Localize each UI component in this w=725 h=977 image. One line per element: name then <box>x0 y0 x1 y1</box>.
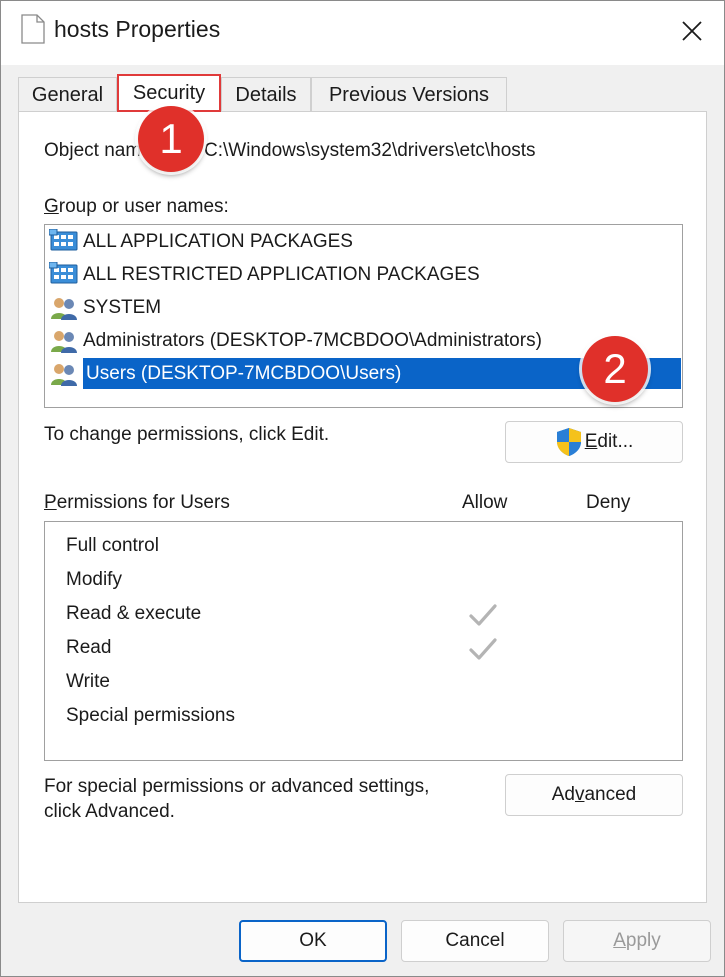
tab-general-label: General <box>31 83 104 106</box>
tab-previous-versions[interactable]: Previous Versions <box>311 77 507 112</box>
security-panel: Object name: C:\Windows\system32\drivers… <box>18 111 707 903</box>
tab-details[interactable]: Details <box>221 77 311 112</box>
advanced-hint-line1: For special permissions or advanced sett… <box>44 776 430 797</box>
permission-name: Read & execute <box>66 603 202 624</box>
tab-previous-versions-label: Previous Versions <box>328 83 490 106</box>
group-list-item-label: ALL APPLICATION PACKAGES <box>83 230 353 252</box>
group-list-item[interactable]: SYSTEM <box>49 292 681 323</box>
permission-row: Read <box>66 633 676 663</box>
annotation-badge-1: 1 <box>138 106 204 172</box>
dialog-footer: OK Cancel Apply <box>1 903 724 976</box>
annotation-badge-2: 2 <box>582 336 648 402</box>
permission-name: Write <box>66 671 110 692</box>
permission-row: Write <box>66 667 676 697</box>
tab-strip: General Security Details Previous Versio… <box>18 74 508 112</box>
permission-row: Special permissions <box>66 701 676 731</box>
cancel-button-label: Cancel <box>445 930 505 951</box>
permissions-access-key: P <box>44 492 57 513</box>
group-names-access-key: G <box>44 196 59 217</box>
apply-button[interactable]: Apply <box>563 920 711 962</box>
group-list-item-label: SYSTEM <box>83 296 162 318</box>
tab-general[interactable]: General <box>18 77 117 112</box>
change-permissions-hint: To change permissions, click Edit. <box>44 424 330 445</box>
edit-button-text: dit... <box>597 431 634 452</box>
window-title: hosts Properties <box>54 16 221 42</box>
close-button[interactable] <box>660 1 724 61</box>
title-bar: hosts Properties <box>1 1 724 65</box>
advanced-hint-line2: click Advanced. <box>44 801 175 822</box>
permission-name: Full control <box>66 535 159 556</box>
group-names-label: Group or user names: <box>44 196 229 218</box>
group-list-item-label: Administrators (DESKTOP-7MCBDOO\Administ… <box>83 329 542 351</box>
users-group-icon <box>49 295 79 321</box>
properties-dialog: hosts Properties General Security Detail… <box>0 0 725 977</box>
apply-button-label: Apply <box>613 930 661 952</box>
app-packages-icon <box>48 261 79 288</box>
permissions-for-label: Permissions for Users <box>44 492 230 514</box>
deny-column-header: Deny <box>586 492 631 513</box>
cancel-button[interactable]: Cancel <box>401 920 549 962</box>
edit-button-label: Edit... <box>585 431 634 453</box>
permission-row: Modify <box>66 565 676 595</box>
apply-button-text: pply <box>625 930 661 951</box>
permission-name: Special permissions <box>66 705 235 726</box>
object-name-value: C:\Windows\system32\drivers\etc\hosts <box>204 140 536 161</box>
app-packages-icon <box>48 228 79 255</box>
group-list-item-label: Users (DESKTOP-7MCBDOO\Users) <box>86 362 402 384</box>
group-list-item[interactable]: ALL RESTRICTED APPLICATION PACKAGES <box>48 259 681 290</box>
close-icon <box>682 21 702 41</box>
permission-row: Full control <box>66 531 676 561</box>
users-group-icon <box>49 328 79 354</box>
group-list-item-label: ALL RESTRICTED APPLICATION PACKAGES <box>83 263 480 285</box>
allow-checkmark-icon <box>468 637 498 667</box>
permissions-for-text: ermissions for Users <box>56 492 230 513</box>
permission-row: Read & execute <box>66 599 676 629</box>
advanced-button[interactable]: Advanced <box>505 774 683 816</box>
ok-button-label: OK <box>299 930 327 951</box>
edit-access-key: E <box>584 431 598 452</box>
advanced-label-post: anced <box>584 784 637 805</box>
apply-access-key: A <box>613 930 626 951</box>
permissions-list[interactable]: Full control Modify Read & execute Read Writ… <box>44 521 683 761</box>
permission-name: Modify <box>66 569 122 590</box>
advanced-label-pre: Ad <box>551 784 575 805</box>
group-list-item[interactable]: ALL APPLICATION PACKAGES <box>48 226 681 257</box>
tab-security-label: Security <box>132 81 206 104</box>
advanced-button-label: Advanced <box>552 784 637 806</box>
uac-shield-icon <box>556 428 581 456</box>
ok-button[interactable]: OK <box>239 920 387 962</box>
allow-checkmark-icon <box>468 603 498 633</box>
tab-details-label: Details <box>235 83 297 106</box>
users-group-icon <box>49 361 79 387</box>
permission-name: Read <box>66 637 112 658</box>
allow-column-header: Allow <box>462 492 508 513</box>
file-icon <box>21 14 45 49</box>
edit-button[interactable]: Edit... <box>505 421 683 463</box>
group-names-label-text: roup or user names: <box>58 196 229 217</box>
